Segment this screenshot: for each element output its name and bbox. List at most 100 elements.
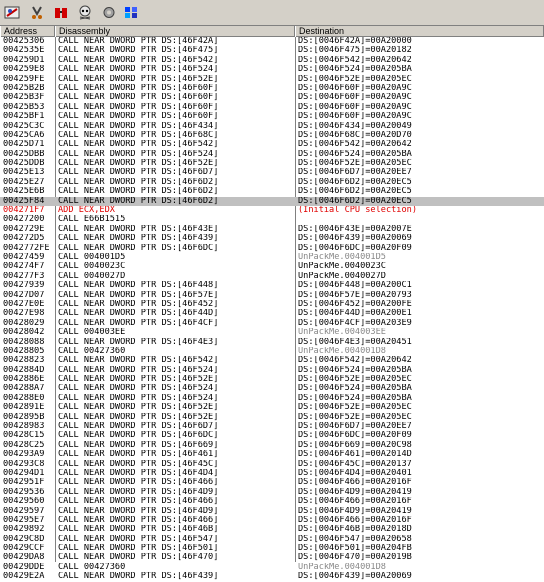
table-row[interactable]: 00425E6B CALL NEAR DWORD PTR DS:[46F6D2] D… [0,187,544,196]
table-row[interactable]: 004294D1 CALL NEAR DWORD PTR DS:[46F4D4] D… [0,469,544,478]
table-row[interactable]: 00428042 CALL 004003EE UnPackMe.004003EE [0,328,544,337]
scissors-icon[interactable] [28,4,46,21]
address-cell: 00429892 [3,525,45,535]
table-row[interactable]: 00429536 CALL NEAR DWORD PTR DS:[46F4D9] D… [0,488,544,497]
table-row[interactable]: 0042895B CALL NEAR DWORD PTR DS:[46F52E] D… [0,413,544,422]
destination-cell: DS:[0046F52E]=00A205EC [298,74,412,84]
table-row[interactable]: 004272D5 CALL NEAR DWORD PTR DS:[46F439] D… [0,234,544,243]
destination-cell: DS:[0046F524]=00A205BA [298,149,412,159]
table-row[interactable]: 00425E13 CALL NEAR DWORD PTR DS:[46F6D7] D… [0,168,544,177]
table-row[interactable]: 00425B53 CALL NEAR DWORD PTR DS:[46F60F] D… [0,103,544,112]
address-cell: 004288A7 [3,384,45,394]
table-row[interactable]: 00429E2A CALL NEAR DWORD PTR DS:[46F439] D… [0,572,544,581]
palette-icon[interactable] [122,4,140,21]
table-row[interactable]: 004293A9 CALL NEAR DWORD PTR DS:[46F461] D… [0,450,544,459]
table-row[interactable]: 00429560 CALL NEAR DWORD PTR DS:[46F466] D… [0,497,544,506]
column-header-bar: Address Disassembly Destination [0,26,544,37]
table-row[interactable]: 0042729E CALL NEAR DWORD PTR DS:[46F43E] D… [0,225,544,234]
table-row[interactable]: 004277F3 CALL 0040027D UnPackMe.0040027D [0,272,544,281]
column-header-disassembly[interactable]: Disassembly [55,26,295,37]
disassembly-cell: CALL NEAR DWORD PTR DS:[46F52E] [58,412,219,422]
table-row[interactable]: 00427939 CALL NEAR DWORD PTR DS:[46F448] D… [0,281,544,290]
address-cell: 004293A9 [3,450,45,460]
table-row[interactable]: 004295E7 CALL NEAR DWORD PTR DS:[46F466] D… [0,516,544,525]
column-header-address[interactable]: Address [0,26,55,37]
table-row[interactable]: 0042891E CALL NEAR DWORD PTR DS:[46F52E] D… [0,403,544,412]
table-row[interactable]: 004259D1 CALL NEAR DWORD PTR DS:[46F542] D… [0,56,544,65]
table-row[interactable]: 00428C15 CALL NEAR DWORD PTR DS:[46F6DC] D… [0,431,544,440]
disassembly-cell: CALL NEAR DWORD PTR DS:[46F6D2] [58,177,219,187]
table-row[interactable]: 004274F7 CALL 0040023C UnPackMe.0040023C [0,262,544,271]
mask-icon[interactable] [52,4,70,21]
table-row[interactable]: 00429CCF CALL NEAR DWORD PTR DS:[46F501] D… [0,544,544,553]
table-row[interactable]: 00428983 CALL NEAR DWORD PTR DS:[46F6D7] D… [0,422,544,431]
table-row[interactable]: 00425E27 CALL NEAR DWORD PTR DS:[46F6D2] D… [0,178,544,187]
disassembly-cell: CALL NEAR DWORD PTR DS:[46F52E] [58,159,219,169]
skull-icon[interactable] [76,4,94,21]
settings-tool-icon[interactable] [3,4,21,21]
table-row[interactable]: 004288A7 CALL NEAR DWORD PTR DS:[46F524] D… [0,384,544,393]
disassembly-cell: CALL NEAR DWORD PTR DS:[46F542] [58,356,219,366]
disassembly-cell: CALL NEAR DWORD PTR DS:[46F448] [58,281,219,291]
table-row[interactable]: 00427E0E CALL NEAR DWORD PTR DS:[46F452] D… [0,300,544,309]
address-cell: 00427E98 [3,309,45,319]
table-row[interactable]: 004259E8 CALL NEAR DWORD PTR DS:[46F524] D… [0,65,544,74]
table-row[interactable]: 00427459 CALL 004001D5 UnPackMe.004001D5 [0,253,544,262]
address-cell: 00425DDB [3,159,45,169]
table-row[interactable]: 0042886E CALL NEAR DWORD PTR DS:[46F52E] D… [0,375,544,384]
table-row[interactable]: 00429597 CALL NEAR DWORD PTR DS:[46F4D9] D… [0,507,544,516]
disassembly-cell: CALL NEAR DWORD PTR DS:[46F6D2] [58,187,219,197]
table-row[interactable]: 00425F84 CALL NEAR DWORD PTR DS:[46F6D2] D… [0,196,544,207]
table-row[interactable]: 00428088 CALL NEAR DWORD PTR DS:[46F4E3] D… [0,338,544,347]
disassembly-cell: CALL NEAR DWORD PTR DS:[46F439] [58,234,219,244]
table-row[interactable]: 0042884D CALL NEAR DWORD PTR DS:[46F524] D… [0,366,544,375]
table-row[interactable]: 004288E0 CALL NEAR DWORD PTR DS:[46F524] D… [0,394,544,403]
table-row[interactable]: 00427200 CALL E66B1515 [0,215,544,224]
table-row[interactable]: 00425C3C CALL NEAR DWORD PTR DS:[46F434] D… [0,122,544,131]
table-row[interactable]: 00427D07 CALL NEAR DWORD PTR DS:[46F57E] D… [0,291,544,300]
address-cell: 00425B53 [3,102,45,112]
destination-cell: DS:[0046F4D9]=00A20419 [298,506,412,516]
table-row[interactable]: 0042535E CALL NEAR DWORD PTR DS:[46F475] D… [0,46,544,55]
table-row[interactable]: 004259FE CALL NEAR DWORD PTR DS:[46F52E] D… [0,75,544,84]
table-row[interactable]: 004271F7 ADD ECX,EDX (Initial CPU selectio… [0,206,544,215]
disassembly-cell: CALL NEAR DWORD PTR DS:[46F6DC] [58,243,219,253]
table-row[interactable]: 00425D71 CALL NEAR DWORD PTR DS:[46F542] D… [0,140,544,149]
destination-cell: DS:[0046F42A]=00A20000 [298,37,412,46]
address-cell: 00425DBB [3,149,45,159]
disassembly-cell: CALL NEAR DWORD PTR DS:[46F542] [58,140,219,150]
table-row[interactable]: 00425B3F CALL NEAR DWORD PTR DS:[46F60F] D… [0,93,544,102]
table-row[interactable]: 004293C8 CALL NEAR DWORD PTR DS:[46F45C] D… [0,460,544,469]
table-row[interactable]: 00428823 CALL NEAR DWORD PTR DS:[46F542] D… [0,356,544,365]
table-row[interactable]: 00428029 CALL NEAR DWORD PTR DS:[46F4CF] D… [0,319,544,328]
table-row[interactable]: 00425BF1 CALL NEAR DWORD PTR DS:[46F60F] D… [0,112,544,121]
disassembly-cell: CALL NEAR DWORD PTR DS:[46F44D] [58,309,219,319]
table-row[interactable]: 0042951F CALL NEAR DWORD PTR DS:[46F466] D… [0,478,544,487]
table-row[interactable]: 00425DDB CALL NEAR DWORD PTR DS:[46F52E] D… [0,159,544,168]
column-header-destination[interactable]: Destination [295,26,544,37]
table-row[interactable]: 00429DDE CALL 00427360 UnPackMe.004001D8 [0,563,544,572]
table-row[interactable]: 00425B2B CALL NEAR DWORD PTR DS:[46F60F] D… [0,84,544,93]
table-row[interactable]: 00425306 CALL NEAR DWORD PTR DS:[46F42A] D… [0,37,544,46]
destination-cell: DS:[0046F46B]=00A2018D [298,525,412,535]
address-cell: 00425306 [3,37,45,46]
table-row[interactable]: 00427E98 CALL NEAR DWORD PTR DS:[46F44D] D… [0,309,544,318]
table-row[interactable]: 00425CA6 CALL NEAR DWORD PTR DS:[46F68C] D… [0,131,544,140]
table-row[interactable]: 00429892 CALL NEAR DWORD PTR DS:[46F46B] D… [0,525,544,534]
destination-cell: DS:[0046F542]=00A20642 [298,55,412,65]
address-cell: 00429597 [3,506,45,516]
destination-cell: DS:[0046F466]=00A2016F [298,497,412,507]
disassembly-cell: CALL NEAR DWORD PTR DS:[46F60F] [58,112,219,122]
table-row[interactable]: 00425DBB CALL NEAR DWORD PTR DS:[46F524] D… [0,150,544,159]
table-row[interactable]: 00428C25 CALL NEAR DWORD PTR DS:[46F669] D… [0,441,544,450]
address-cell: 00429560 [3,497,45,507]
table-row[interactable]: 00428805 CALL 00427360 UnPackMe.004001D8 [0,347,544,356]
address-cell: 00429DA8 [3,553,45,563]
table-row[interactable]: 00429DA8 CALL NEAR DWORD PTR DS:[46F470] D… [0,553,544,562]
gear-icon[interactable] [100,4,118,21]
destination-cell: DS:[0046F501]=00A204FB [298,544,412,554]
address-cell: 00429536 [3,487,45,497]
table-row[interactable]: 0042772FE CALL NEAR DWORD PTR DS:[46F6DC]… [0,244,544,253]
table-row[interactable]: 00429C8D CALL NEAR DWORD PTR DS:[46F547] D… [0,535,544,544]
destination-cell: UnPackMe.004001D8 [298,562,386,572]
